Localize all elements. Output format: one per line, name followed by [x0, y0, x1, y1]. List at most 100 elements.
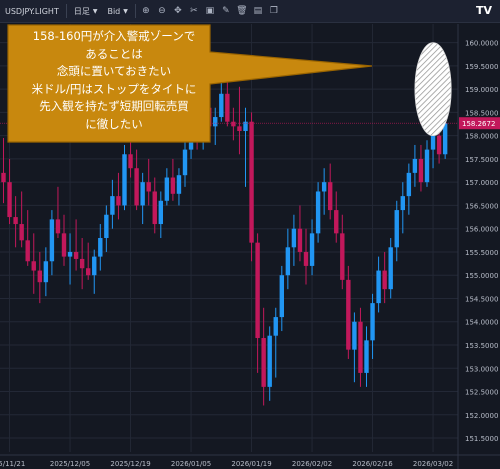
- candle-body: [164, 177, 170, 201]
- y-tick-label: 152.0000: [465, 412, 498, 420]
- candle-body: [158, 200, 163, 225]
- minus-circle-icon[interactable]: ⊖: [155, 4, 169, 18]
- annotation-line: 158-160円が介入警戒ゾーンで: [32, 29, 196, 43]
- x-tick-label: 2026/03/02: [413, 460, 453, 468]
- candle-body: [291, 228, 297, 248]
- plus-circle-icon[interactable]: ⊕: [139, 4, 153, 18]
- candle-body: [176, 175, 182, 194]
- price-side-selector[interactable]: Bid ▼: [102, 0, 132, 22]
- annotation-line: 米ドル/円はストップをタイトに: [31, 81, 197, 96]
- candle-body: [388, 247, 393, 290]
- y-tick-label: 160.0000: [465, 40, 498, 48]
- x-tick-label: 2025/12/05: [50, 460, 90, 468]
- annotation-text: 158-160円が介入警戒ゾーンで あることは 念頭に置いておきたい 米ドル/円…: [14, 28, 214, 133]
- candle-body: [7, 182, 12, 218]
- y-tick-label: 156.5000: [465, 202, 498, 210]
- candle-body: [370, 303, 375, 341]
- y-tick-label: 159.5000: [465, 63, 498, 71]
- clipboard-icon[interactable]: ▤: [251, 4, 265, 18]
- candle-body: [104, 214, 109, 238]
- candle-body: [279, 275, 284, 318]
- y-tick-label: 155.5000: [465, 249, 498, 257]
- candle-body: [261, 338, 266, 387]
- candle-body: [273, 317, 278, 336]
- chart-window: USDJPY.LIGHT 日足 ▼ Bid ▼ ⊕ ⊖ ✥ ✂ ▣ ✎ 🗑 ▤ ❐ …: [0, 0, 500, 469]
- candle-body: [364, 340, 369, 373]
- candle-body: [297, 228, 303, 252]
- candle-body: [430, 135, 436, 150]
- candle-body: [328, 182, 333, 211]
- x-tick-label: 2026/01/19: [231, 460, 271, 468]
- candle-body: [43, 261, 49, 283]
- save-icon[interactable]: ▣: [203, 4, 217, 18]
- annotation-line: 先入観を持たず短期回転売買: [39, 99, 189, 113]
- candle-body: [334, 210, 339, 234]
- candle-body: [382, 270, 387, 290]
- candle-body: [418, 158, 424, 183]
- candle-body: [25, 240, 30, 262]
- candle-body: [31, 261, 36, 271]
- x-tick-label: 2025/12/19: [110, 460, 150, 468]
- candle-body: [55, 219, 61, 234]
- toolbar-divider: [134, 4, 136, 18]
- candle-body: [303, 251, 309, 266]
- candle-body: [134, 168, 139, 206]
- current-price-label: 158.2672: [462, 120, 495, 128]
- y-tick-label: 154.5000: [465, 295, 498, 303]
- x-tick-label: 25/11/21: [0, 460, 25, 468]
- candle-body: [219, 93, 224, 118]
- candle-body: [140, 182, 145, 206]
- candle-body: [61, 233, 67, 257]
- trash-icon[interactable]: 🗑: [235, 4, 249, 18]
- candle-body: [406, 172, 412, 197]
- candle-body: [237, 126, 242, 131]
- candle-body: [182, 149, 188, 176]
- candle-body: [37, 270, 42, 283]
- y-tick-label: 153.0000: [465, 365, 498, 373]
- candle-body: [49, 219, 55, 262]
- move-icon[interactable]: ✥: [171, 4, 185, 18]
- y-tick-label: 152.5000: [465, 389, 498, 397]
- x-tick-label: 2026/01/05: [171, 460, 211, 468]
- intervention-zone-ellipse: [414, 42, 452, 137]
- y-tick-label: 151.5000: [465, 435, 498, 443]
- scissors-icon[interactable]: ✂: [187, 4, 201, 18]
- y-tick-label: 158.5000: [465, 109, 498, 117]
- annotation-line: 念頭に置いておきたい: [56, 64, 172, 78]
- price-axis[interactable]: 160.0000 159.5000 159.0000 158.5000 158.0000…: [457, 24, 500, 469]
- candle-body: [1, 172, 6, 183]
- intervention-zone-layer: [414, 42, 452, 137]
- pencil-icon[interactable]: ✎: [219, 4, 233, 18]
- candle-body: [255, 242, 260, 339]
- candle-body: [376, 270, 381, 304]
- candle-body: [412, 158, 418, 173]
- chevron-down-icon: ▼: [123, 7, 128, 15]
- candle-body: [340, 233, 345, 280]
- timeframe-selector[interactable]: 日足 ▼: [69, 0, 103, 22]
- annotation-line: あることは: [85, 46, 143, 61]
- y-tick-label: 159.0000: [465, 86, 498, 94]
- y-tick-label: 158.0000: [465, 133, 498, 141]
- candle-body: [73, 251, 79, 259]
- y-tick-label: 156.0000: [465, 226, 498, 234]
- y-tick-label: 157.5000: [465, 156, 498, 164]
- candle-body: [92, 256, 97, 276]
- candle-body: [346, 279, 351, 350]
- candle-body: [309, 233, 315, 266]
- symbol-label: USDJPY.LIGHT: [5, 6, 59, 16]
- y-tick-label: 154.0000: [465, 319, 498, 327]
- copy-icon[interactable]: ❐: [267, 4, 281, 18]
- candle-body: [436, 135, 442, 155]
- time-axis[interactable]: 25/11/21 2025/12/05 2025/12/19 2026/01/05 20…: [0, 454, 500, 468]
- candle-body: [424, 149, 430, 183]
- annotation-line: に徹したい: [85, 116, 143, 131]
- candle-body: [225, 93, 230, 122]
- timeframe-label: 日足: [73, 6, 90, 16]
- candle-body: [19, 224, 24, 241]
- candle-body: [249, 121, 254, 243]
- x-tick-label: 2026/02/02: [292, 460, 332, 468]
- symbol-selector[interactable]: USDJPY.LIGHT: [0, 0, 64, 22]
- candle-body: [394, 210, 399, 248]
- candle-body: [86, 268, 91, 276]
- candle-body: [321, 182, 327, 192]
